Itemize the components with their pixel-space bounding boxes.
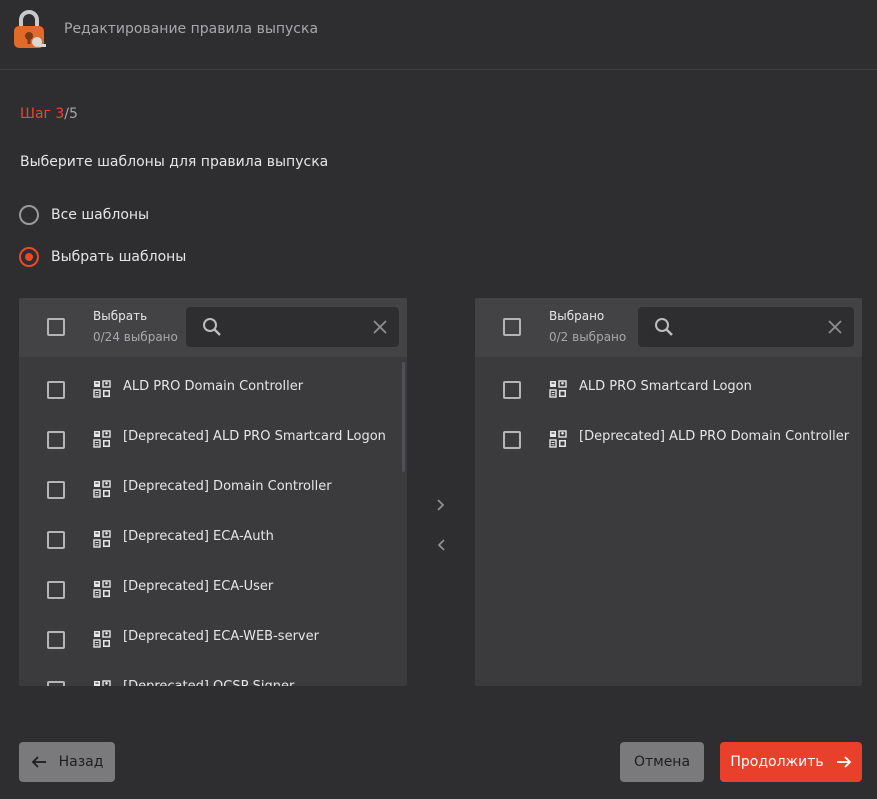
panel-header: Выбрано 0/2 выбрано [475,298,862,357]
list-item[interactable]: [Deprecated] ECA-WEB-server [19,614,407,664]
item-checkbox[interactable] [47,581,65,599]
step-total: 5 [68,106,78,122]
certificate-template-icon [93,530,111,548]
page-title: Редактирование правила выпуска [64,21,319,37]
list-item[interactable]: [Deprecated] ECA-User [19,564,407,614]
item-checkbox[interactable] [47,431,65,449]
certificate-template-icon [549,380,567,398]
search-input[interactable] [638,307,854,347]
item-label: ALD PRO Smartcard Logon [579,379,752,394]
list-item[interactable]: [Deprecated] Domain Controller [19,464,407,514]
certificate-template-icon [93,580,111,598]
certificate-template-icon [93,480,111,498]
radio-all-label: Все шаблоны [51,207,150,223]
certificate-template-icon [93,630,111,648]
chevron-right-icon[interactable] [433,497,449,513]
cancel-label: Отмена [633,754,691,770]
radio-button-selected[interactable] [19,247,39,267]
item-checkbox[interactable] [47,681,65,686]
continue-button[interactable]: Продолжить [720,742,862,782]
certificate-template-icon [93,430,111,448]
item-label: [Deprecated] OCSP Signer [123,679,294,686]
scrollbar[interactable] [402,362,405,472]
item-label: [Deprecated] ECA-Auth [123,529,274,544]
item-label: [Deprecated] Domain Controller [123,479,332,494]
radio-button[interactable] [19,205,39,225]
step-current: Шаг 3 [20,106,65,122]
radio-all-templates[interactable]: Все шаблоны [19,205,149,225]
panel-header: Выбрать 0/24 выбрано [19,298,407,357]
back-button[interactable]: Назад [19,742,115,782]
question-label: Выберите шаблоны для правила выпуска [20,154,329,170]
selected-count: 0/2 выбрано [549,330,627,344]
continue-label: Продолжить [730,754,824,770]
clear-search-icon[interactable] [373,320,387,334]
available-templates-panel: Выбрать 0/24 выбрано ALD PRO Domain Cont… [19,298,407,686]
list-item[interactable]: [Deprecated] ECA-Auth [19,514,407,564]
select-all-checkbox[interactable] [47,318,65,336]
step-indicator: Шаг 3/5 [20,106,78,122]
search-icon [655,318,673,336]
select-all-checkbox[interactable] [503,318,521,336]
item-checkbox[interactable] [503,431,521,449]
list-item[interactable]: [Deprecated] ALD PRO Domain Controller [475,414,862,464]
certificate-template-icon [94,680,111,686]
search-icon [203,318,221,336]
item-label: [Deprecated] ECA-WEB-server [123,629,319,644]
selected-templates-panel: Выбрано 0/2 выбрано ALD PRO Smartcard Lo… [475,298,862,686]
cancel-button[interactable]: Отмена [620,742,704,782]
panel-title: Выбрано [549,309,605,323]
item-label: [Deprecated] ECA-User [123,579,274,594]
panel-title: Выбрать [93,309,148,323]
list-item[interactable]: ALD PRO Smartcard Logon [475,364,862,414]
item-checkbox[interactable] [47,631,65,649]
certificate-template-icon [93,380,111,398]
item-label: [Deprecated] ALD PRO Domain Controller [579,429,850,444]
back-label: Назад [58,754,104,770]
item-checkbox[interactable] [503,381,521,399]
list-item[interactable]: [Deprecated] ALD PRO Smartcard Logon [19,414,407,464]
item-checkbox[interactable] [47,381,65,399]
list-item[interactable]: [Deprecated] OCSP Signer [19,664,407,686]
item-label: [Deprecated] ALD PRO Smartcard Logon [123,429,386,444]
arrow-right-icon [836,756,851,768]
header: Редактирование правила выпуска [0,0,877,70]
clear-search-icon[interactable] [828,320,842,334]
radio-choose-templates[interactable]: Выбрать шаблоны [19,247,186,267]
item-label: ALD PRO Domain Controller [123,379,304,394]
radio-choose-label: Выбрать шаблоны [51,249,187,265]
item-checkbox[interactable] [47,481,65,499]
selected-count: 0/24 выбрано [93,330,178,344]
certificate-template-icon [549,430,567,448]
lock-key-logo-icon [14,10,46,48]
search-input[interactable] [186,307,399,347]
arrow-left-icon [31,756,46,768]
list-item[interactable]: ALD PRO Domain Controller [19,364,407,414]
item-checkbox[interactable] [47,531,65,549]
chevron-left-icon[interactable] [433,537,449,553]
